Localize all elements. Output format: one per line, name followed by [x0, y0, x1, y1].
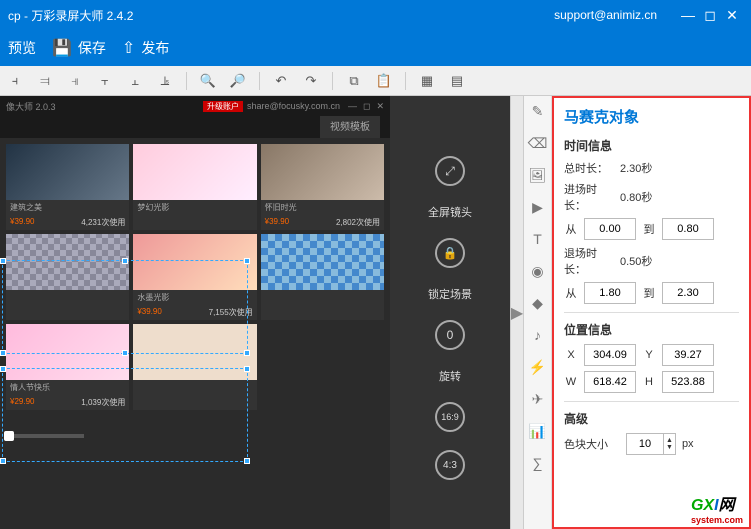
- enter-to-input[interactable]: [662, 218, 714, 240]
- tool-strip: ✎ ⌫ 🖼 ▶ T ◉ ◆ ♪ ⚡ ✈ 📊 ∑: [524, 96, 552, 529]
- align-left-icon[interactable]: ⫞: [6, 72, 24, 90]
- rotate-button[interactable]: 0: [435, 320, 465, 350]
- x-input[interactable]: [584, 344, 636, 366]
- template-card[interactable]: 梦幻光影: [133, 144, 256, 230]
- template-card[interactable]: 怀旧时光¥39.902,802次使用: [261, 144, 384, 230]
- preview-button[interactable]: 预览: [8, 38, 36, 58]
- tab-video-template[interactable]: 视频模板: [320, 116, 380, 138]
- stepper-arrows[interactable]: ▲▼: [664, 433, 676, 455]
- paste-icon[interactable]: 📋: [375, 72, 393, 90]
- exit-duration-label: 退场时长：: [564, 245, 614, 277]
- grid-icon[interactable]: ▤: [448, 72, 466, 90]
- image-icon[interactable]: 🖼: [529, 166, 547, 184]
- inner-title: 像大师 2.0.3: [6, 100, 56, 113]
- from-label: 从: [564, 285, 578, 301]
- to-label: 到: [642, 285, 656, 301]
- save-icon: 💾: [52, 38, 72, 58]
- section-position: 位置信息: [564, 321, 739, 338]
- pencil-icon[interactable]: ✎: [529, 102, 547, 120]
- w-input[interactable]: [584, 371, 636, 393]
- ratio-16-9-button[interactable]: 16:9: [435, 402, 465, 432]
- inner-email: share@focusky.com.cn: [247, 101, 340, 111]
- flash-icon[interactable]: ⚡: [529, 358, 547, 376]
- rotate-label: 旋转: [439, 368, 461, 384]
- y-label: Y: [642, 349, 656, 361]
- inner-min-icon[interactable]: —: [348, 101, 357, 111]
- shape-icon[interactable]: ◆: [529, 294, 547, 312]
- drop-icon[interactable]: ◉: [529, 262, 547, 280]
- layers-icon[interactable]: ▦: [418, 72, 436, 90]
- music-icon[interactable]: ♪: [529, 326, 547, 344]
- h-input[interactable]: [662, 371, 714, 393]
- exit-from-input[interactable]: [584, 282, 636, 304]
- align-bottom-icon[interactable]: ⫡: [156, 72, 174, 90]
- inner-max-icon[interactable]: ◻: [363, 101, 370, 112]
- total-duration-label: 总时长：: [564, 160, 614, 176]
- text-icon[interactable]: T: [529, 230, 547, 248]
- enter-duration-label: 进场时长：: [564, 181, 614, 213]
- align-center-icon[interactable]: ⫤: [36, 72, 54, 90]
- to-label: 到: [642, 221, 656, 237]
- align-top-icon[interactable]: ⫟: [96, 72, 114, 90]
- chart-icon[interactable]: 📊: [529, 422, 547, 440]
- exit-to-input[interactable]: [662, 282, 714, 304]
- maximize-button[interactable]: ◻: [699, 7, 721, 24]
- x-label: X: [564, 349, 578, 361]
- total-duration-value: 2.30秒: [620, 160, 652, 176]
- canvas-area[interactable]: 像大师 2.0.3 升级账户 share@focusky.com.cn — ◻ …: [0, 96, 390, 529]
- template-card[interactable]: 建筑之美¥39.904,231次使用: [6, 144, 129, 230]
- eraser-icon[interactable]: ⌫: [529, 134, 547, 152]
- y-input[interactable]: [662, 344, 714, 366]
- fullscreen-button[interactable]: ⤢: [435, 156, 465, 186]
- zoom-in-icon[interactable]: 🔎: [229, 72, 247, 90]
- action-column: ⤢ 全屏镜头 🔒 锁定场景 0 旋转 16:9 4:3: [390, 96, 510, 529]
- w-label: W: [564, 376, 578, 388]
- app-title: cp - 万彩录屏大师 2.4.2: [8, 7, 554, 24]
- properties-panel: 马赛克对象 时间信息 总时长： 2.30秒 进场时长： 0.80秒 从 到 退场时长…: [552, 96, 751, 529]
- block-size-input[interactable]: [626, 433, 664, 455]
- block-size-label: 色块大小: [564, 436, 620, 452]
- video-icon[interactable]: ▶: [529, 198, 547, 216]
- support-email[interactable]: support@animiz.cn: [554, 8, 657, 22]
- plane-icon[interactable]: ✈: [529, 390, 547, 408]
- panel-title: 马赛克对象: [564, 106, 739, 127]
- selection-box[interactable]: [2, 368, 248, 462]
- close-button[interactable]: ✕: [721, 7, 743, 24]
- align-right-icon[interactable]: ⫣: [66, 72, 84, 90]
- selection-box[interactable]: [2, 260, 248, 354]
- align-middle-icon[interactable]: ⫠: [126, 72, 144, 90]
- from-label: 从: [564, 221, 578, 237]
- save-button[interactable]: 💾保存: [52, 38, 106, 58]
- minimize-button[interactable]: —: [677, 7, 699, 23]
- enter-from-input[interactable]: [584, 218, 636, 240]
- upgrade-badge[interactable]: 升级账户: [203, 101, 243, 112]
- template-card[interactable]: [261, 234, 384, 320]
- exit-duration-value: 0.50秒: [620, 253, 652, 269]
- zoom-slider[interactable]: [4, 434, 84, 438]
- redo-icon[interactable]: ↷: [302, 72, 320, 90]
- section-advanced: 高级: [564, 410, 739, 427]
- inner-close-icon[interactable]: ✕: [376, 101, 384, 112]
- fullscreen-label: 全屏镜头: [428, 204, 472, 220]
- section-time: 时间信息: [564, 137, 739, 154]
- ratio-4-3-button[interactable]: 4:3: [435, 450, 465, 480]
- formula-icon[interactable]: ∑: [529, 454, 547, 472]
- h-label: H: [642, 376, 656, 388]
- panel-collapse-handle[interactable]: ▶: [510, 96, 524, 529]
- publish-button[interactable]: ⇧发布: [122, 38, 169, 58]
- enter-duration-value: 0.80秒: [620, 189, 652, 205]
- lock-button[interactable]: 🔒: [435, 238, 465, 268]
- lock-label: 锁定场景: [428, 286, 472, 302]
- unit-label: px: [682, 438, 694, 450]
- upload-icon: ⇧: [122, 38, 135, 58]
- undo-icon[interactable]: ↶: [272, 72, 290, 90]
- zoom-out-icon[interactable]: 🔍: [199, 72, 217, 90]
- copy-icon[interactable]: ⧉: [345, 72, 363, 90]
- toolbar: ⫞ ⫤ ⫣ ⫟ ⫠ ⫡ 🔍 🔎 ↶ ↷ ⧉ 📋 ▦ ▤: [0, 66, 751, 96]
- watermark: GXI网 system.com: [691, 491, 743, 525]
